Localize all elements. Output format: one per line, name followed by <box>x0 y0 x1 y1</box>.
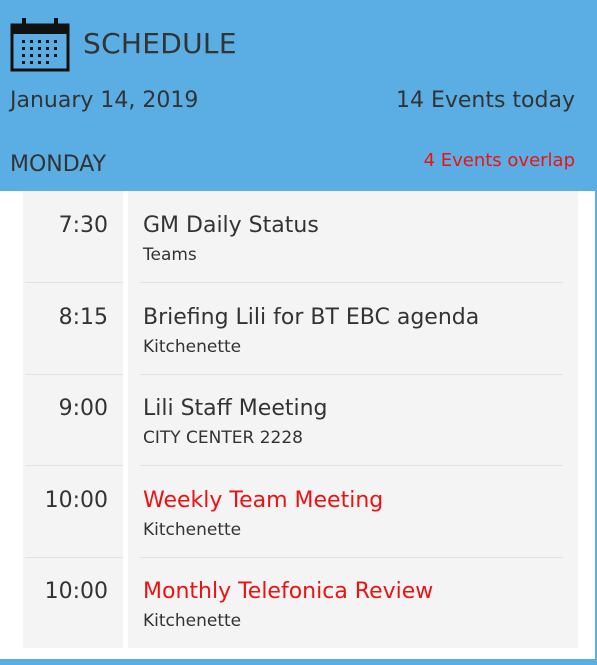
event-time: 10:00 <box>44 488 108 513</box>
event-time: 7:30 <box>58 213 108 238</box>
list-item[interactable]: 8:15 Briefing Lili for BT EBC agenda Kit… <box>10 283 578 375</box>
list-footer <box>10 648 578 659</box>
event-title: GM Daily Status <box>143 213 319 238</box>
event-time: 9:00 <box>58 396 108 421</box>
list-item[interactable]: 7:30 GM Daily Status Teams <box>10 191 578 283</box>
event-title: Weekly Team Meeting <box>143 488 384 513</box>
event-location: Kitchenette <box>143 611 242 631</box>
schedule-header: SCHEDULE January 14, 2019 14 Events toda… <box>0 0 595 191</box>
event-list: 7:30 GM Daily Status Teams 8:15 Briefing… <box>10 191 578 648</box>
event-time: 8:15 <box>58 305 108 330</box>
bottom-border <box>0 659 597 665</box>
schedule-widget: SCHEDULE January 14, 2019 14 Events toda… <box>0 0 597 665</box>
calendar-icon <box>10 18 70 72</box>
event-location: Kitchenette <box>143 520 242 540</box>
event-title: Lili Staff Meeting <box>143 396 328 421</box>
schedule-title: SCHEDULE <box>83 27 237 60</box>
events-count: 14 Events today <box>395 88 575 113</box>
event-location: CITY CENTER 2228 <box>143 428 303 448</box>
list-item[interactable]: 9:00 Lili Staff Meeting CITY CENTER 2228 <box>10 374 578 466</box>
list-item[interactable]: 10:00 Weekly Team Meeting Kitchenette <box>10 466 578 558</box>
event-location: Teams <box>143 245 197 265</box>
list-item[interactable]: 10:00 Monthly Telefonica Review Kitchene… <box>10 557 578 649</box>
weekday-label: MONDAY <box>10 152 107 177</box>
schedule-date: January 14, 2019 <box>10 88 199 113</box>
event-location: Kitchenette <box>143 337 242 357</box>
event-title: Monthly Telefonica Review <box>143 579 434 604</box>
overlap-notice: 4 Events overlap <box>423 150 575 171</box>
event-time: 10:00 <box>44 579 108 604</box>
event-title: Briefing Lili for BT EBC agenda <box>143 305 480 330</box>
